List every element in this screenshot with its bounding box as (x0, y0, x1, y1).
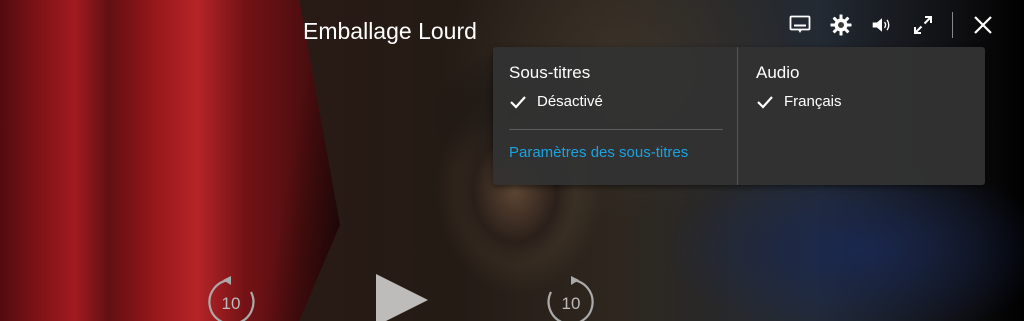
subtitles-option-label: Désactivé (537, 93, 603, 110)
forward-10-button[interactable]: 10 (545, 276, 597, 321)
subtitles-option-off[interactable]: Désactivé (509, 93, 721, 110)
audio-option-label: Français (784, 93, 842, 110)
video-title: Emballage Lourd (303, 18, 477, 44)
play-button[interactable] (374, 272, 430, 321)
check-icon (756, 95, 774, 109)
top-controls (770, 10, 994, 40)
subtitles-section: Sous-titres Désactivé Paramètres des sou… (493, 47, 738, 185)
audio-option-french[interactable]: Français (756, 93, 969, 110)
audio-heading: Audio (756, 63, 800, 82)
video-player[interactable]: Emballage Lourd Sous-titres Désactivé Pa… (0, 0, 1024, 321)
volume-icon[interactable] (871, 14, 893, 36)
subtitles-audio-menu: Sous-titres Désactivé Paramètres des sou… (493, 47, 985, 185)
rewind-seconds-label: 10 (222, 294, 241, 313)
subtitles-icon[interactable] (789, 14, 811, 36)
audio-section: Audio Français (738, 47, 985, 185)
close-icon[interactable] (972, 14, 994, 36)
check-icon (509, 95, 527, 109)
subtitles-heading: Sous-titres (509, 63, 591, 82)
forward-seconds-label: 10 (562, 294, 581, 313)
fullscreen-icon[interactable] (912, 14, 934, 36)
subtitles-divider (509, 129, 723, 130)
rewind-10-button[interactable]: 10 (205, 276, 257, 321)
video-frame-red-curtain (0, 0, 340, 321)
gear-icon[interactable] (830, 14, 852, 36)
subtitle-settings-link[interactable]: Paramètres des sous-titres (509, 144, 721, 161)
controls-divider (952, 12, 953, 38)
